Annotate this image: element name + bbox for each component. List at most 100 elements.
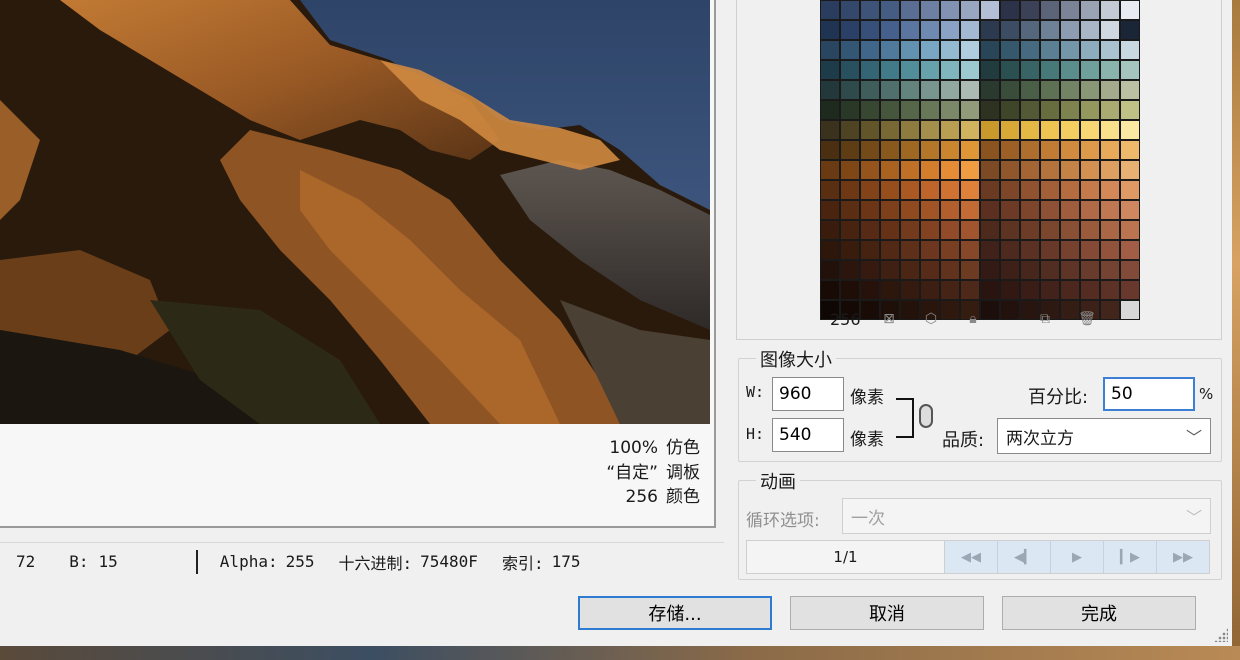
color-swatch[interactable] <box>860 140 880 160</box>
color-swatch[interactable] <box>900 100 920 120</box>
color-swatch[interactable] <box>980 140 1000 160</box>
color-swatch[interactable] <box>1120 0 1140 20</box>
color-swatch[interactable] <box>820 40 840 60</box>
color-swatch[interactable] <box>1040 140 1060 160</box>
color-swatch[interactable] <box>960 280 980 300</box>
color-swatch[interactable] <box>960 60 980 80</box>
color-swatch[interactable] <box>980 120 1000 140</box>
color-swatch[interactable] <box>1000 80 1020 100</box>
color-swatch[interactable] <box>1020 220 1040 240</box>
color-swatch[interactable] <box>860 20 880 40</box>
color-swatch[interactable] <box>1040 260 1060 280</box>
color-swatch[interactable] <box>940 240 960 260</box>
last-frame-icon[interactable]: ▶▶ <box>1157 541 1209 573</box>
color-swatch[interactable] <box>820 220 840 240</box>
color-swatch[interactable] <box>1000 140 1020 160</box>
color-swatch[interactable] <box>880 80 900 100</box>
color-swatch[interactable] <box>940 60 960 80</box>
color-swatch[interactable] <box>920 120 940 140</box>
color-swatch[interactable] <box>840 0 860 20</box>
color-swatch[interactable] <box>1020 80 1040 100</box>
next-frame-icon[interactable]: ▎▶ <box>1104 541 1157 573</box>
color-swatch[interactable] <box>1080 240 1100 260</box>
color-swatch[interactable] <box>840 40 860 60</box>
color-swatch[interactable] <box>1020 180 1040 200</box>
color-swatch[interactable] <box>820 240 840 260</box>
color-swatch[interactable] <box>1100 80 1120 100</box>
color-swatch[interactable] <box>820 180 840 200</box>
color-swatch[interactable] <box>920 0 940 20</box>
color-swatch[interactable] <box>920 280 940 300</box>
color-swatch[interactable] <box>880 200 900 220</box>
color-swatch[interactable] <box>920 260 940 280</box>
new-color-icon[interactable]: ⧉ <box>1036 310 1054 328</box>
color-swatch[interactable] <box>1100 0 1120 20</box>
color-swatch[interactable] <box>960 160 980 180</box>
color-swatch[interactable] <box>960 220 980 240</box>
color-swatch[interactable] <box>920 240 940 260</box>
color-swatch[interactable] <box>980 60 1000 80</box>
color-swatch[interactable] <box>1120 220 1140 240</box>
color-swatch[interactable] <box>900 220 920 240</box>
color-swatch[interactable] <box>1080 280 1100 300</box>
color-swatch[interactable] <box>980 200 1000 220</box>
color-swatch[interactable] <box>860 60 880 80</box>
color-swatch[interactable] <box>940 120 960 140</box>
color-swatch[interactable] <box>960 100 980 120</box>
link-chain-icon[interactable] <box>919 404 933 428</box>
color-swatch[interactable] <box>1120 100 1140 120</box>
color-swatch[interactable] <box>840 80 860 100</box>
color-swatch[interactable] <box>960 180 980 200</box>
color-swatch[interactable] <box>1000 200 1020 220</box>
color-swatch[interactable] <box>960 80 980 100</box>
color-swatch[interactable] <box>1120 120 1140 140</box>
color-swatch[interactable] <box>1060 200 1080 220</box>
color-swatch[interactable] <box>1060 0 1080 20</box>
color-swatch[interactable] <box>960 240 980 260</box>
color-swatch[interactable] <box>980 80 1000 100</box>
color-swatch[interactable] <box>880 20 900 40</box>
color-swatch[interactable] <box>1040 100 1060 120</box>
color-swatch[interactable] <box>820 140 840 160</box>
color-swatch[interactable] <box>1120 40 1140 60</box>
height-input[interactable] <box>772 418 844 452</box>
color-swatch[interactable] <box>1120 80 1140 100</box>
color-swatch[interactable] <box>1000 60 1020 80</box>
color-swatch[interactable] <box>1020 240 1040 260</box>
color-swatch[interactable] <box>860 220 880 240</box>
color-swatch[interactable] <box>960 0 980 20</box>
color-swatch[interactable] <box>1040 240 1060 260</box>
color-swatch[interactable] <box>820 120 840 140</box>
color-swatch[interactable] <box>860 120 880 140</box>
color-swatch[interactable] <box>980 240 1000 260</box>
color-swatch[interactable] <box>920 160 940 180</box>
color-swatch[interactable] <box>920 80 940 100</box>
color-swatch[interactable] <box>1120 280 1140 300</box>
color-swatch[interactable] <box>820 0 840 20</box>
color-swatch[interactable] <box>900 40 920 60</box>
web-shift-icon[interactable]: ⬡ <box>922 310 940 328</box>
color-swatch[interactable] <box>980 160 1000 180</box>
done-button[interactable]: 完成 <box>1002 596 1196 630</box>
color-swatch[interactable] <box>820 280 840 300</box>
color-swatch[interactable] <box>840 200 860 220</box>
color-swatch[interactable] <box>920 100 940 120</box>
color-swatch[interactable] <box>840 100 860 120</box>
color-swatch[interactable] <box>920 140 940 160</box>
color-swatch[interactable] <box>1100 220 1120 240</box>
color-swatch[interactable] <box>880 120 900 140</box>
color-swatch[interactable] <box>900 80 920 100</box>
color-swatch[interactable] <box>860 280 880 300</box>
color-swatch[interactable] <box>1020 40 1040 60</box>
color-swatch[interactable] <box>840 20 860 40</box>
color-swatch[interactable] <box>1040 220 1060 240</box>
color-swatch[interactable] <box>1040 20 1060 40</box>
color-swatch[interactable] <box>940 280 960 300</box>
color-swatch[interactable] <box>920 220 940 240</box>
color-swatch[interactable] <box>1000 220 1020 240</box>
color-swatch[interactable] <box>940 160 960 180</box>
color-table-grid[interactable] <box>820 0 1140 320</box>
color-swatch[interactable] <box>1000 0 1020 20</box>
color-swatch[interactable] <box>840 140 860 160</box>
color-swatch[interactable] <box>1080 120 1100 140</box>
